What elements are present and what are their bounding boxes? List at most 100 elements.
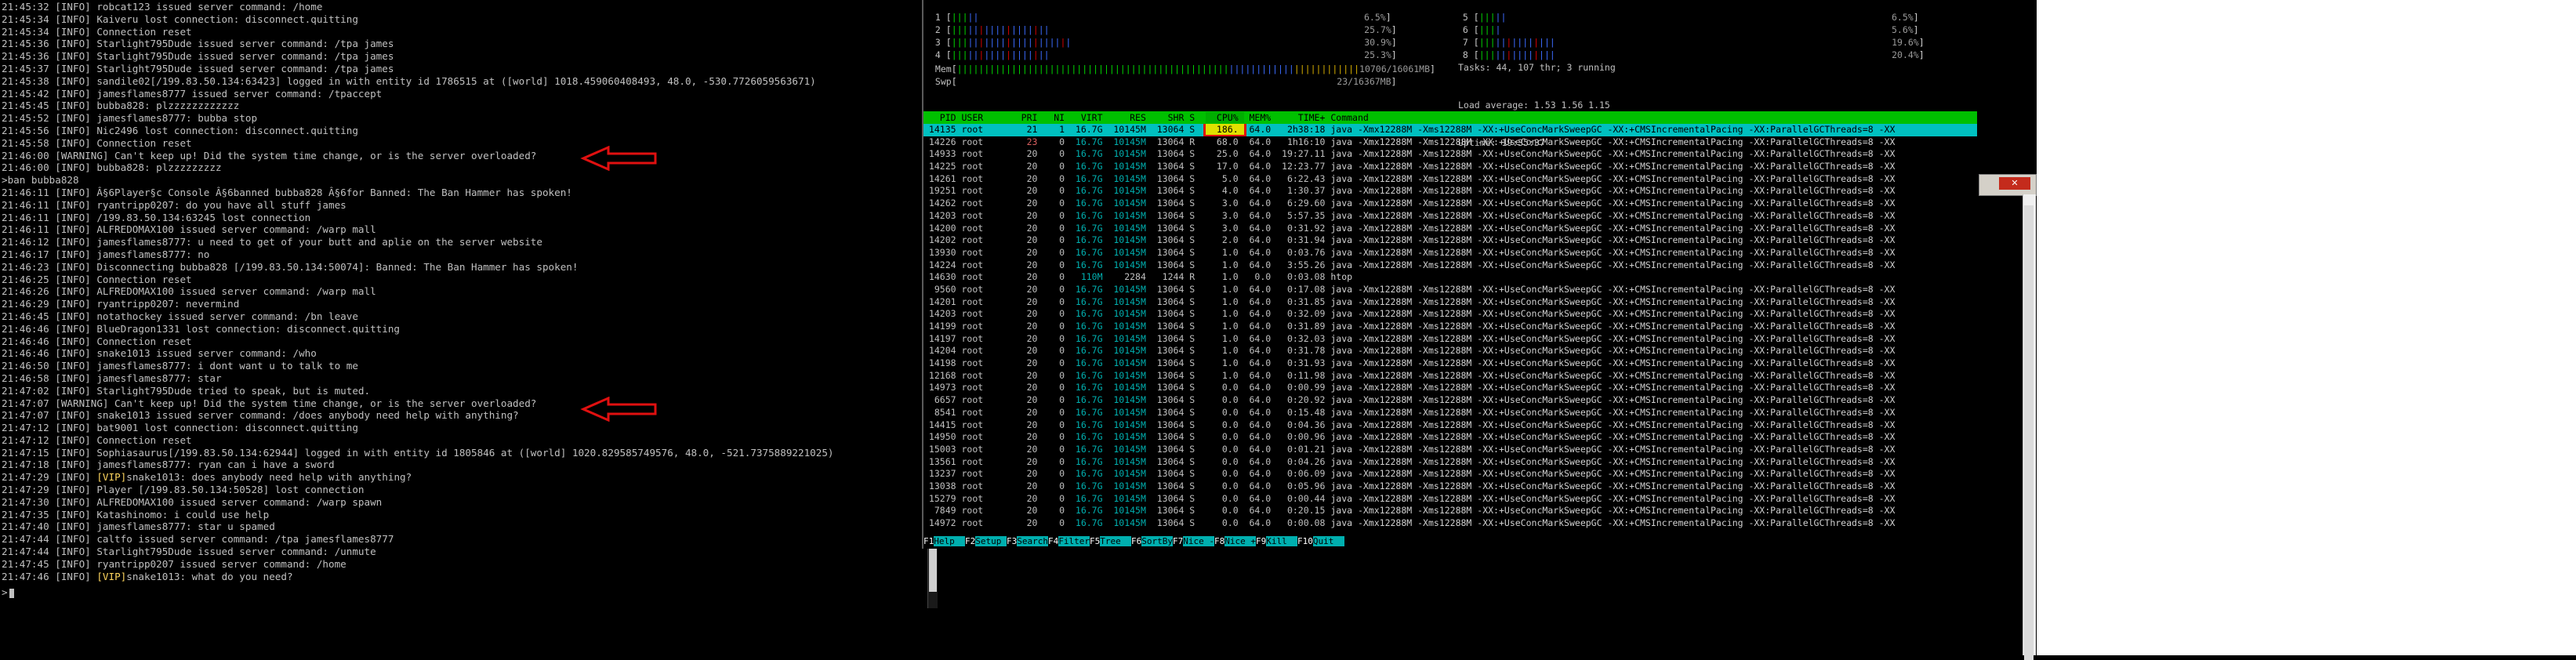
- process-row[interactable]: 13237 root 20 0 16.7G 10145M 13064 S 0.0…: [923, 468, 1977, 480]
- process-user: root: [961, 148, 1016, 160]
- process-user: root: [961, 161, 1016, 172]
- console-scrollbar[interactable]: [927, 541, 938, 608]
- cpu-percent: 19.6%: [1892, 37, 1919, 48]
- process-s: S: [1189, 468, 1206, 480]
- console-line: 21:47:45 [INFO] ryantripp0207 issued ser…: [2, 557, 346, 570]
- close-button[interactable]: ✕: [1999, 177, 2030, 190]
- column-header-command[interactable]: Command: [1330, 112, 1373, 123]
- process-table-header[interactable]: PID USER PRI NI VIRT RES SHR S CPU% MEM%…: [923, 111, 1977, 124]
- process-row[interactable]: 14225 root 20 0 16.7G 10145M 13064 S 17.…: [923, 161, 1977, 173]
- process-row[interactable]: 14630 root 20 0 110M 2284 1244 R 1.0 0.0…: [923, 271, 1977, 284]
- process-time: 0:03.08: [1276, 271, 1331, 283]
- console-scroll-thumb[interactable]: [929, 543, 937, 592]
- process-user: root: [961, 492, 1016, 504]
- fkey-f7[interactable]: F7Nice -: [1173, 536, 1214, 546]
- column-header-pid[interactable]: PID: [923, 112, 961, 123]
- process-row[interactable]: 14224 root 20 0 16.7G 10145M 13064 S 1.0…: [923, 259, 1977, 272]
- process-row[interactable]: 14199 root 20 0 16.7G 10145M 13064 S 1.0…: [923, 321, 1977, 333]
- fkey-f1[interactable]: F1Help: [923, 536, 965, 546]
- fkey-f2[interactable]: F2Setup: [965, 536, 1007, 546]
- fkey-f10[interactable]: F10Quit: [1297, 536, 1344, 546]
- process-user: root: [961, 185, 1016, 197]
- process-row[interactable]: 14261 root 20 0 16.7G 10145M 13064 S 5.0…: [923, 173, 1977, 186]
- column-header-virt[interactable]: VIRT: [1070, 112, 1108, 123]
- process-res: 10145M: [1108, 492, 1152, 504]
- column-header-user[interactable]: USER: [961, 112, 1015, 123]
- fkey-f3[interactable]: F3Search: [1007, 536, 1048, 546]
- console-line: 21:47:15 [INFO] Sophiasaurus[/199.83.50.…: [2, 446, 834, 459]
- fkey-f4[interactable]: F4Filter: [1048, 536, 1090, 546]
- process-row[interactable]: 14415 root 20 0 16.7G 10145M 13064 S 0.0…: [923, 419, 1977, 432]
- process-shr: 13064: [1151, 148, 1190, 160]
- process-row[interactable]: 14226 root 23 0 16.7G 10145M 13064 R 68.…: [923, 136, 1977, 149]
- fkey-f5[interactable]: F5Tree: [1090, 536, 1131, 546]
- window-scroll-thumb[interactable]: [2024, 205, 2034, 660]
- process-row[interactable]: 7849 root 20 0 16.7G 10145M 13064 S 0.0 …: [923, 505, 1977, 517]
- console-line: >ban bubba828: [2, 174, 79, 187]
- console-line: 21:47:12 [INFO] Connection reset: [2, 433, 192, 446]
- console-log: 21:45:32 [INFO] robcat123 issued server …: [2, 1, 927, 582]
- process-row[interactable]: 14203 root 20 0 16.7G 10145M 13064 S 3.0…: [923, 210, 1977, 223]
- process-time: 0:20.15: [1276, 505, 1331, 517]
- process-row[interactable]: 14972 root 20 0 16.7G 10145M 13064 S 0.0…: [923, 517, 1977, 530]
- process-shr: 13064: [1151, 357, 1190, 369]
- process-row[interactable]: 14262 root 20 0 16.7G 10145M 13064 S 3.0…: [923, 198, 1977, 210]
- process-virt: 16.7G: [1069, 172, 1108, 184]
- process-cmd: java -Xmx12288M -Xms12288M -XX:+UseConcM…: [1330, 468, 1896, 480]
- process-pid: 13237: [923, 468, 962, 480]
- process-row[interactable]: 14200 root 20 0 16.7G 10145M 13064 S 3.0…: [923, 223, 1977, 235]
- column-header-pri[interactable]: PRI: [1016, 112, 1043, 123]
- process-virt: 16.7G: [1069, 505, 1108, 517]
- process-row[interactable]: 13561 root 20 0 16.7G 10145M 13064 S 0.0…: [923, 456, 1977, 469]
- process-cpu: 0.0: [1206, 431, 1244, 443]
- process-row[interactable]: 14203 root 20 0 16.7G 10145M 13064 S 1.0…: [923, 308, 1977, 321]
- process-row[interactable]: 14198 root 20 0 16.7G 10145M 13064 S 1.0…: [923, 357, 1977, 370]
- fkey-f9[interactable]: F9Kill: [1256, 536, 1297, 546]
- process-ni: 0: [1043, 382, 1070, 393]
- process-row[interactable]: 14135 root 21 1 16.7G 10145M 13064 S 186…: [923, 124, 1977, 136]
- process-row[interactable]: 8541 root 20 0 16.7G 10145M 13064 S 0.0 …: [923, 407, 1977, 419]
- process-res: 10145M: [1108, 345, 1152, 357]
- column-header-mem[interactable]: MEM%: [1244, 112, 1277, 123]
- console-input[interactable]: >: [2, 586, 919, 599]
- process-row[interactable]: 13930 root 20 0 16.7G 10145M 13064 S 1.0…: [923, 247, 1977, 259]
- column-header-s[interactable]: S: [1189, 112, 1206, 123]
- process-row[interactable]: 14197 root 20 0 16.7G 10145M 13064 S 1.0…: [923, 333, 1977, 346]
- process-row[interactable]: 15003 root 20 0 16.7G 10145M 13064 S 0.0…: [923, 444, 1977, 456]
- process-res: 10145M: [1108, 431, 1152, 443]
- process-cpu: 2.0: [1206, 234, 1244, 246]
- process-res: 10145M: [1108, 357, 1152, 369]
- function-key-bar[interactable]: F1Help F2Setup F3SearchF4FilterF5Tree F6…: [923, 536, 1977, 547]
- process-row[interactable]: 12168 root 20 0 16.7G 10145M 13064 S 1.0…: [923, 370, 1977, 383]
- column-header-res[interactable]: RES: [1108, 112, 1151, 123]
- process-row[interactable]: 14204 root 20 0 16.7G 10145M 13064 S 1.0…: [923, 345, 1977, 357]
- process-cmd: java -Xmx12288M -Xms12288M -XX:+UseConcM…: [1330, 148, 1896, 160]
- column-header-shr[interactable]: SHR: [1152, 112, 1189, 123]
- fkey-f6[interactable]: F6SortBy: [1131, 536, 1173, 546]
- process-row[interactable]: 14201 root 20 0 16.7G 10145M 13064 S 1.0…: [923, 296, 1977, 309]
- process-pid: 13561: [923, 455, 962, 467]
- process-cpu: 17.0: [1206, 161, 1244, 172]
- column-header-cpu[interactable]: CPU%: [1206, 112, 1244, 123]
- process-row[interactable]: 14950 root 20 0 16.7G 10145M 13064 S 0.0…: [923, 431, 1977, 444]
- process-cpu: 3.0: [1206, 222, 1244, 234]
- server-console[interactable]: 21:45:32 [INFO] robcat123 issued server …: [0, 0, 941, 608]
- process-pid: 6657: [923, 394, 962, 406]
- process-row[interactable]: 14202 root 20 0 16.7G 10145M 13064 S 2.0…: [923, 234, 1977, 247]
- process-row[interactable]: 15279 root 20 0 16.7G 10145M 13064 S 0.0…: [923, 493, 1977, 506]
- process-cmd: java -Xmx12288M -Xms12288M -XX:+UseConcM…: [1330, 321, 1896, 332]
- process-res: 10145M: [1108, 505, 1152, 517]
- column-header-time[interactable]: TIME+: [1276, 112, 1330, 123]
- process-row[interactable]: 14973 root 20 0 16.7G 10145M 13064 S 0.0…: [923, 382, 1977, 394]
- process-row[interactable]: 14933 root 20 0 16.7G 10145M 13064 S 25.…: [923, 148, 1977, 161]
- process-row[interactable]: 13038 root 20 0 16.7G 10145M 13064 S 0.0…: [923, 480, 1977, 493]
- process-s: S: [1189, 505, 1206, 517]
- process-s: S: [1189, 222, 1206, 234]
- column-header-ni[interactable]: NI: [1043, 112, 1070, 123]
- process-table[interactable]: 14135 root 21 1 16.7G 10145M 13064 S 186…: [923, 124, 1977, 530]
- process-mem: 64.0: [1243, 172, 1277, 184]
- process-row[interactable]: 19251 root 20 0 16.7G 10145M 13064 S 4.0…: [923, 185, 1977, 198]
- fkey-f8[interactable]: F8Nice +: [1214, 536, 1256, 546]
- process-row[interactable]: 6657 root 20 0 16.7G 10145M 13064 S 0.0 …: [923, 394, 1977, 407]
- process-row[interactable]: 9560 root 20 0 16.7G 10145M 13064 S 1.0 …: [923, 284, 1977, 296]
